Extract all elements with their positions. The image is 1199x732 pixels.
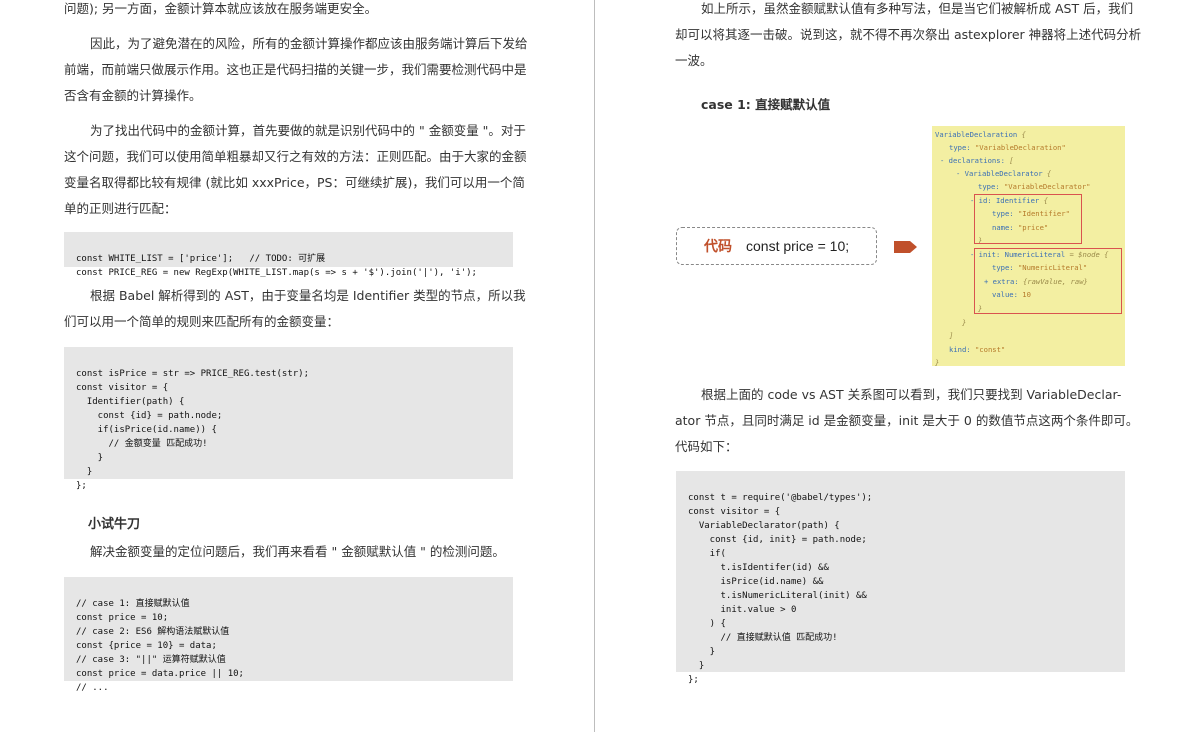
section-heading: 小试牛刀 bbox=[88, 517, 141, 532]
code-block-visitor: const isPrice = str => PRICE_REG.test(st… bbox=[64, 347, 513, 491]
paragraph-astexplorer: 如上所示，虽然金额赋默认值有多种写法，但是当它们被解析成 AST 后，我们 却可… bbox=[675, 1, 1142, 68]
highlight-init-numericliteral bbox=[974, 248, 1122, 314]
arrow-right-icon bbox=[894, 241, 917, 253]
ast-tree-panel: VariableDeclaration { type: "VariableDec… bbox=[932, 126, 1125, 367]
code-example-box: 代码 const price = 10; bbox=[676, 227, 877, 265]
code-block-whitelist: const WHITE_LIST = ['price']; // TODO: 可… bbox=[64, 232, 513, 278]
highlight-id-identifier bbox=[974, 194, 1082, 244]
page-divider bbox=[594, 0, 595, 732]
paragraph-relation: 根据上面的 code vs AST 关系图可以看到，我们只要找到 Variabl… bbox=[675, 387, 1139, 454]
code-block-cases: // case 1: 直接赋默认值 const price = 10;// cas… bbox=[64, 577, 513, 693]
code-block-declarator: const t = require('@babel/types'); const … bbox=[676, 471, 1125, 685]
paragraph-babel: 根据 Babel 解析得到的 AST，由于变量名均是 Identifier 类型… bbox=[64, 288, 526, 329]
paragraph-regex: 为了找出代码中的金额计算，首先要做的就是识别代码中的 " 金额变量 "。对于 这… bbox=[64, 123, 527, 216]
code-expression: const price = 10; bbox=[746, 238, 850, 254]
case-heading: case 1: 直接赋默认值 bbox=[701, 97, 831, 112]
code-label: 代码 bbox=[704, 239, 732, 255]
paragraph-default-value: 解决金额变量的定位问题后，我们再来看看 " 金额赋默认值 " 的检测问题。 bbox=[90, 544, 505, 559]
paragraph-risk: 因此，为了避免潜在的风险，所有的金额计算操作都应该由服务端计算后下发给 前端，而… bbox=[64, 36, 528, 103]
intro-paragraph: 问题); 另一方面，金额计算本就应该放在服务端更安全。 bbox=[64, 1, 378, 16]
